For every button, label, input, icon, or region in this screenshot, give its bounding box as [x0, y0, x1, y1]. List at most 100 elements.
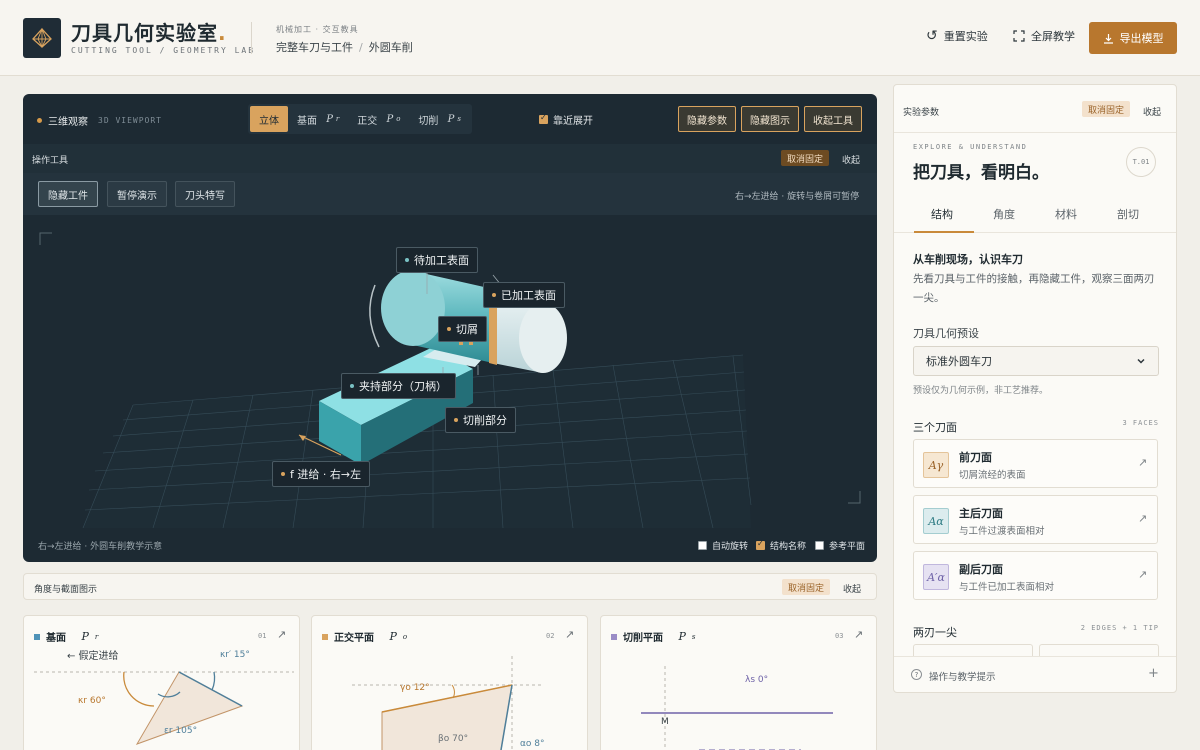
reset-experiment-button[interactable]: ↺ 重置实验: [926, 28, 988, 44]
orthogonal-plane-card[interactable]: 正交平面 Po 02 ↗ γo 12° βo 70° αo 8°: [311, 615, 588, 750]
fullscreen-icon: [1013, 30, 1025, 42]
section-text: 先看刀具与工件的接触，再隐藏工件，观察三面两刃一尖。: [913, 273, 1155, 304]
expand-arrow-icon[interactable]: ↗: [277, 628, 286, 641]
view-mode-tabs: 立体 基面 Pr 正交 Po 切削 Ps: [248, 104, 472, 134]
preset-label: 刀具几何预设: [913, 327, 979, 340]
point-m-label: M: [661, 717, 669, 727]
chevron-down-icon: [1137, 358, 1145, 364]
near-expand-checkbox[interactable]: 靠近展开: [539, 112, 593, 127]
footer-note: 右→左进给 · 外圆车削教学示意: [38, 542, 163, 552]
rake-face-icon: Aγ: [923, 452, 949, 478]
ref-planes-checkbox[interactable]: 参考平面: [815, 539, 865, 552]
viewport-toolbar: 三维观察3D VIEWPORT 立体 基面 Pr 正交 Po 切削 Ps 靠近展…: [23, 94, 877, 144]
unpin-button[interactable]: 取消固定: [1082, 101, 1131, 117]
tab-cutting-plane[interactable]: 切削 Ps: [409, 106, 470, 132]
panel-footer: ? 操作与教学提示 +: [894, 656, 1176, 692]
breadcrumb: 完整车刀与工件 / 外圆车削: [276, 41, 413, 54]
angles-section-header: 角度与截面图示 取消固定 收起: [23, 573, 877, 600]
section-heading: 从车削现场，认识车刀: [913, 253, 1023, 266]
callout-machined-surface[interactable]: 已加工表面: [483, 282, 565, 308]
divider: [251, 22, 252, 54]
alpha-label: αo 8°: [520, 739, 545, 749]
breadcrumb-item[interactable]: 完整车刀与工件: [276, 41, 353, 54]
collapse-tools-button[interactable]: 收起工具: [804, 106, 862, 132]
panel-eyebrow: EXPLORE & UNDERSTAND: [913, 143, 1028, 151]
cutting-plane-diagram: [641, 666, 833, 750]
tab-section[interactable]: 剖切: [1117, 206, 1139, 222]
help-icon: ?: [911, 669, 922, 680]
logo: [23, 18, 61, 58]
tab-orthogonal-plane[interactable]: 正交 Po: [348, 106, 409, 132]
breadcrumb-item-current: 外圆车削: [368, 41, 413, 54]
callout-feed[interactable]: f 进给 · 右→左: [272, 461, 371, 487]
viewport-title: 三维观察 3D VIEWPORT: [37, 113, 162, 128]
active-tab-indicator: [914, 231, 974, 233]
unpin-button[interactable]: 取消固定: [781, 150, 830, 166]
kr-label: κr 60°: [78, 696, 106, 706]
tab-material[interactable]: 材料: [1055, 206, 1077, 222]
plus-icon[interactable]: +: [1148, 666, 1159, 681]
open-arrow-icon: ↗: [1138, 456, 1148, 469]
callout-chip[interactable]: 切屑: [438, 316, 487, 342]
edges-heading: 两刃一尖 2 EDGES + 1 TIP: [913, 624, 1159, 639]
kr-minor-label: κr′ 15°: [220, 650, 250, 660]
pause-demo-button[interactable]: 暂停演示: [107, 181, 167, 207]
edge-card[interactable]: [1039, 644, 1159, 656]
base-plane-diagram: [34, 671, 294, 745]
expand-arrow-icon[interactable]: ↗: [565, 628, 574, 641]
feed-hint: 右→左进给 · 旋转与卷屑可暂停: [735, 192, 860, 202]
auto-rotate-checkbox[interactable]: 自动旋转: [698, 539, 748, 552]
card-title: 基面 Pr: [34, 629, 98, 644]
card-title: 正交平面 Po: [322, 629, 407, 644]
callout-cutting-part[interactable]: 切削部分: [445, 407, 516, 433]
edge-card[interactable]: [913, 644, 1033, 656]
export-model-button[interactable]: 导出模型: [1089, 22, 1177, 54]
hide-workpiece-button[interactable]: 隐藏工件: [38, 181, 98, 207]
angles-label: 角度与截面图示: [34, 585, 98, 595]
struct-names-checkbox[interactable]: 结构名称: [756, 539, 806, 552]
face-item-main-flank[interactable]: Aα 主后刀面 与工件过渡表面相对 ↗: [913, 495, 1158, 544]
tab-structure[interactable]: 结构: [931, 206, 953, 222]
checkbox-checked-icon: [539, 113, 548, 124]
breadcrumb-category: 机械加工 · 交互教具: [276, 25, 359, 34]
card-title: 切削平面 Ps: [611, 629, 695, 644]
fold-button[interactable]: 收起: [1143, 105, 1161, 118]
3d-stage[interactable]: 待加工表面 已加工表面 切屑 夹持部分（刀柄） 切削部分 f 进给 · 右→左: [23, 215, 877, 528]
fullscreen-button[interactable]: 全屏教学: [1013, 28, 1075, 44]
minor-flank-icon: A′α: [923, 564, 949, 590]
preset-select[interactable]: 标准外圆车刀: [913, 346, 1159, 376]
panel-badge: T.01: [1126, 147, 1156, 177]
panel-tabs: 结构 角度 材料 剖切: [894, 193, 1176, 233]
tab-base-plane[interactable]: 基面 Pr: [288, 106, 348, 132]
teaching-tips-toggle[interactable]: 操作与教学提示: [929, 669, 996, 683]
fold-button[interactable]: 收起: [843, 582, 861, 595]
faces-heading: 三个刀面 3 FACES: [913, 419, 1159, 434]
preset-note: 预设仅为几何示例，非工艺推荐。: [913, 386, 1049, 396]
cutting-plane-card[interactable]: 切削平面 Ps 03 ↗ λs 0° M: [600, 615, 877, 750]
app-header: 刀具几何实验室. CUTTING TOOL / GEOMETRY LAB 机械加…: [0, 0, 1200, 76]
base-plane-card[interactable]: 基面 Pr 01 ↗ ← 假定进给 κr′ 15° κr 60° εr 105°: [23, 615, 300, 750]
panel-header: 实验参数 取消固定 收起: [894, 85, 1176, 133]
callout-shank[interactable]: 夹持部分（刀柄）: [341, 373, 456, 399]
unpin-button[interactable]: 取消固定: [782, 579, 831, 595]
face-item-minor-flank[interactable]: A′α 副后刀面 与工件已加工表面相对 ↗: [913, 551, 1158, 600]
er-label: εr 105°: [164, 726, 198, 736]
tab-3d[interactable]: 立体: [250, 106, 288, 132]
app-title: 刀具几何实验室.: [71, 21, 227, 45]
feed-direction-label: ← 假定进给: [67, 651, 119, 662]
tools-bar-header: 操作工具 取消固定 收起: [23, 144, 877, 173]
checkbox-icon: [815, 541, 824, 550]
face-item-rake[interactable]: Aγ 前刀面 切屑流经的表面 ↗: [913, 439, 1158, 488]
expand-arrow-icon[interactable]: ↗: [854, 628, 863, 641]
checkbox-checked-icon: [756, 539, 765, 550]
callout-unmachined-surface[interactable]: 待加工表面: [396, 247, 478, 273]
hide-params-button[interactable]: 隐藏参数: [678, 106, 736, 132]
open-arrow-icon: ↗: [1138, 512, 1148, 525]
tab-angles[interactable]: 角度: [993, 206, 1015, 222]
fold-button[interactable]: 收起: [842, 153, 860, 166]
params-panel: 实验参数 取消固定 收起 EXPLORE & UNDERSTAND 把刀具，看明…: [893, 84, 1177, 693]
tool-closeup-button[interactable]: 刀头特写: [175, 181, 235, 207]
viewport-footer: 右→左进给 · 外圆车削教学示意 自动旋转 结构名称 参考平面: [23, 528, 877, 562]
beta-label: βo 70°: [438, 734, 469, 744]
hide-diagram-button[interactable]: 隐藏图示: [741, 106, 799, 132]
